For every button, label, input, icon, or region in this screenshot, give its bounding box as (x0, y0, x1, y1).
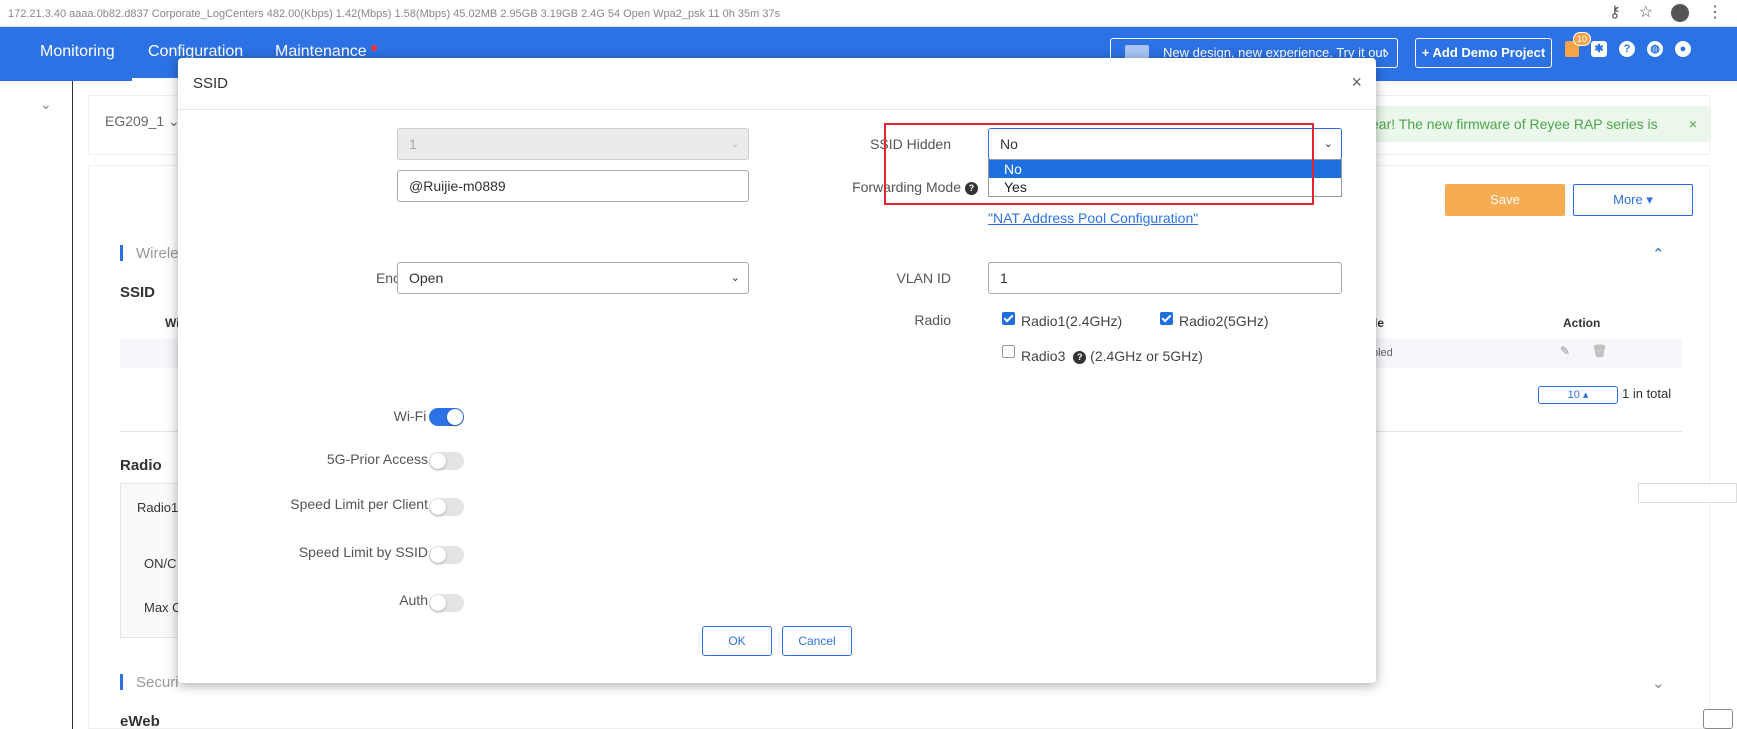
prior-access-toggle[interactable] (429, 452, 464, 470)
radio2-label: Radio2(5GHz) (1179, 313, 1269, 329)
close-icon[interactable]: × (1351, 72, 1362, 93)
auth-toggle[interactable] (429, 594, 464, 612)
dialog-title: SSID (193, 75, 229, 92)
wlan-id-select: 1 ⌄ (397, 128, 749, 160)
radio3-label: Radio3 ? (2.4GHz or 5GHz) (1021, 348, 1203, 364)
ok-button[interactable]: OK (702, 626, 772, 656)
speed-limit-ssid-toggle[interactable] (429, 546, 464, 564)
cancel-button[interactable]: Cancel (782, 626, 852, 656)
speed-limit-ssid-label: Speed Limit by SSID (298, 544, 428, 560)
auth-label: Auth (399, 592, 428, 608)
radio3-text: Radio3 (1021, 348, 1066, 364)
chevron-down-icon: ⌄ (730, 138, 740, 150)
encryption-select[interactable]: Open ⌄ (397, 262, 749, 294)
speed-limit-client-toggle[interactable] (429, 498, 464, 516)
help-icon[interactable]: ? (1073, 350, 1087, 364)
highlight-annotation (884, 123, 1314, 205)
radio3-checkbox[interactable] (1002, 345, 1015, 358)
chevron-down-icon: ⌄ (1323, 138, 1333, 150)
toggle-knob (430, 595, 446, 611)
toggle-knob (430, 499, 446, 515)
prior-access-text: 5G-Prior Access (326, 451, 428, 467)
star-icon[interactable]: ☆ (1639, 2, 1653, 24)
speed-limit-client-label: Speed Limit per Client (290, 496, 428, 512)
radio3-note: (2.4GHz or 5GHz) (1090, 348, 1203, 364)
vlan-id-label: VLAN ID (896, 270, 951, 286)
key-icon[interactable]: ⚷ (1609, 2, 1621, 24)
wlan-id-value: 1 (409, 136, 417, 152)
profile-avatar-icon[interactable] (1671, 4, 1689, 22)
encryption-value: Open (409, 270, 444, 286)
radio2-checkbox[interactable] (1160, 312, 1173, 325)
prior-access-label: 5G-Prior Access? (238, 451, 445, 467)
wifi6-toggle[interactable] (429, 408, 464, 426)
radio1-label: Radio1(2.4GHz) (1021, 313, 1123, 329)
background-table-row-text: 172.21.3.40 aaaa.0b82.d837 Corporate_Log… (8, 8, 781, 20)
chevron-down-icon: ⌄ (730, 272, 740, 284)
toggle-knob (447, 409, 463, 425)
ssid-input[interactable]: @Ruijie-m0889 (397, 170, 749, 202)
vlan-id-input[interactable]: 1 (988, 262, 1342, 294)
dialog-header: SSID × (178, 58, 1376, 110)
nat-pool-link[interactable]: "NAT Address Pool Configuration" (988, 210, 1198, 226)
radio-label: Radio (914, 312, 951, 328)
kebab-menu-icon[interactable]: ⋮ (1707, 2, 1723, 24)
toggle-knob (430, 547, 446, 563)
radio1-checkbox[interactable] (1002, 312, 1015, 325)
browser-toolbar: 172.21.3.40 aaaa.0b82.d837 Corporate_Log… (0, 0, 1737, 27)
toggle-knob (430, 453, 446, 469)
ssid-dialog: SSID × WLAN ID 1 ⌄ SSID @Ruijie-m0889 En… (178, 58, 1376, 683)
